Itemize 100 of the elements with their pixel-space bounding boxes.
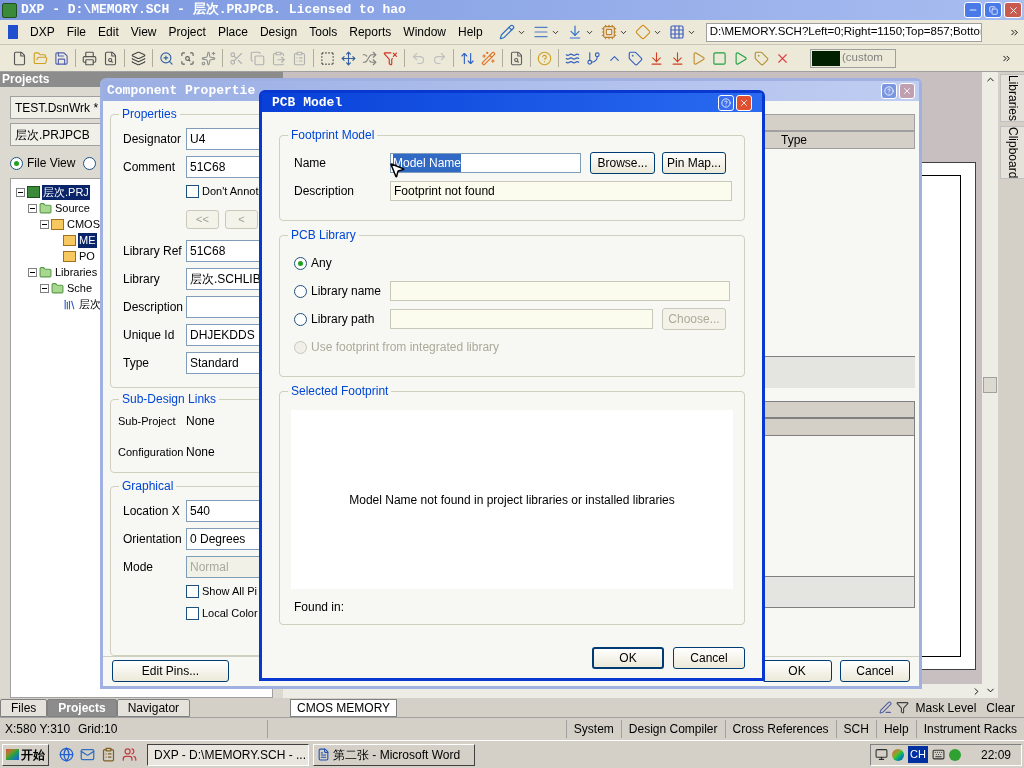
- dialog-button[interactable]: OK: [762, 660, 832, 683]
- pencil-ruler-icon[interactable]: [498, 24, 515, 40]
- menu-item[interactable]: Place: [211, 23, 254, 41]
- menu-item[interactable]: Reports: [343, 23, 398, 41]
- sheet-tool-button[interactable]: Mask Level: [912, 698, 980, 717]
- radio-button[interactable]: [10, 156, 23, 170]
- tree-item[interactable]: Source: [54, 200, 91, 216]
- checkbox[interactable]: [186, 185, 199, 198]
- menu-item[interactable]: Edit: [92, 23, 125, 41]
- tree-item[interactable]: PO: [78, 248, 96, 264]
- zoom-area-icon[interactable]: [180, 50, 195, 66]
- expand-toggle[interactable]: [28, 267, 37, 277]
- menu-item[interactable]: Window: [397, 23, 452, 41]
- tree-item[interactable]: 层次: [78, 296, 102, 312]
- task-button[interactable]: DXP - D:\MEMORY.SCH - ...: [147, 743, 309, 766]
- inspect-icon[interactable]: [509, 50, 524, 66]
- language-indicator[interactable]: CH: [908, 746, 928, 763]
- panel-button[interactable]: Cross References: [724, 720, 836, 738]
- layers-icon[interactable]: [131, 50, 146, 66]
- help-button[interactable]: [881, 82, 897, 99]
- new-file-icon[interactable]: [12, 50, 27, 66]
- shuffle-icon[interactable]: [362, 50, 377, 66]
- menu-item[interactable]: Design: [253, 23, 304, 41]
- people-icon[interactable]: [122, 747, 137, 762]
- dialog-button[interactable]: Cancel: [673, 647, 745, 669]
- name-field[interactable]: Model Name: [390, 153, 581, 173]
- grid-icon[interactable]: [668, 24, 685, 40]
- help-button[interactable]: [718, 94, 734, 111]
- network-icon[interactable]: [875, 748, 889, 761]
- move-icon[interactable]: [341, 50, 356, 66]
- globe-icon[interactable]: [59, 747, 74, 762]
- filter-icon[interactable]: [895, 701, 909, 714]
- panel-button[interactable]: SCH: [835, 720, 876, 738]
- restore-button[interactable]: [984, 2, 1002, 18]
- menu-item[interactable]: Project: [162, 23, 212, 41]
- minimize-button[interactable]: [964, 2, 982, 18]
- tree-item[interactable]: 层次.PRJ: [42, 184, 90, 200]
- up-down-arrows-icon[interactable]: [460, 50, 475, 66]
- clear-filter-icon[interactable]: [383, 50, 398, 66]
- save-icon[interactable]: [54, 50, 69, 66]
- mail-icon[interactable]: [80, 747, 95, 762]
- radio-button[interactable]: [83, 156, 97, 170]
- edit-pins-button[interactable]: Edit Pins...: [112, 660, 229, 683]
- zoom-icon[interactable]: [159, 50, 174, 66]
- notepad-icon[interactable]: [101, 747, 116, 762]
- close-button[interactable]: [1004, 2, 1022, 18]
- menu-item[interactable]: File: [60, 23, 93, 41]
- menu-item[interactable]: View: [124, 23, 163, 41]
- checkbox[interactable]: [186, 607, 199, 620]
- side-tab[interactable]: Libraries: [1000, 74, 1024, 123]
- keyboard-icon[interactable]: [931, 748, 945, 761]
- tree-item[interactable]: CMOS: [66, 216, 101, 232]
- document-tab[interactable]: CMOS MEMORY: [290, 698, 398, 717]
- library-name-field[interactable]: [390, 281, 730, 301]
- ground-icon[interactable]: [649, 50, 664, 66]
- scroll-thumb[interactable]: [983, 377, 997, 393]
- sheet-symbol-icon[interactable]: [712, 50, 727, 66]
- expand-toggle[interactable]: [28, 203, 37, 213]
- wire-icon[interactable]: [586, 50, 601, 66]
- dialog-button[interactable]: Cancel: [840, 660, 910, 683]
- checkbox[interactable]: [186, 585, 199, 598]
- panel-button[interactable]: Instrument Racks: [915, 720, 1024, 738]
- library-path-field[interactable]: [390, 309, 653, 329]
- panel-tab[interactable]: Files: [0, 698, 48, 717]
- color-wheel-icon[interactable]: [892, 748, 905, 761]
- side-tab[interactable]: Clipboard: [1000, 126, 1024, 180]
- expand-toggle[interactable]: [40, 283, 49, 293]
- close-button[interactable]: [899, 82, 915, 99]
- tree-item[interactable]: Libraries: [54, 264, 99, 280]
- expand-toggle[interactable]: [16, 187, 25, 197]
- description-field[interactable]: Footprint not found: [390, 181, 732, 201]
- print-preview-icon[interactable]: [103, 50, 118, 66]
- panel-button[interactable]: Help: [875, 720, 916, 738]
- vertical-scrollbar[interactable]: [982, 72, 998, 698]
- radio-button[interactable]: [294, 312, 307, 326]
- panel-button[interactable]: Design Compiler: [620, 720, 725, 738]
- panel-tab[interactable]: Navigator: [116, 698, 191, 717]
- radio-button[interactable]: [294, 256, 307, 270]
- pen-icon[interactable]: [878, 701, 892, 714]
- expand-toggle[interactable]: [40, 219, 49, 229]
- net-label-icon[interactable]: [628, 50, 643, 66]
- wand-icon[interactable]: [481, 50, 496, 66]
- sparkle-icon[interactable]: [201, 50, 216, 66]
- close-button[interactable]: [736, 94, 752, 111]
- printer-icon[interactable]: [82, 50, 97, 66]
- browse-button[interactable]: Browse...: [590, 152, 655, 174]
- tree-item[interactable]: Sche: [66, 280, 94, 296]
- task-button[interactable]: 第二张 - Microsoft Word: [313, 743, 475, 766]
- pin-map-button[interactable]: Pin Map...: [662, 152, 726, 174]
- tree-item[interactable]: ME: [78, 232, 97, 248]
- panel-button[interactable]: System: [565, 720, 621, 738]
- menu-item[interactable]: Help: [452, 23, 489, 41]
- start-button[interactable]: 开始: [2, 743, 49, 766]
- menu-item[interactable]: Tools: [303, 23, 344, 41]
- clipboard-icon[interactable]: [292, 50, 307, 66]
- stack-icon[interactable]: [532, 24, 549, 40]
- select-area-icon[interactable]: [320, 50, 335, 66]
- radio-button[interactable]: [294, 284, 307, 298]
- dialog-button[interactable]: OK: [592, 647, 664, 669]
- menu-item[interactable]: DXP: [24, 23, 61, 41]
